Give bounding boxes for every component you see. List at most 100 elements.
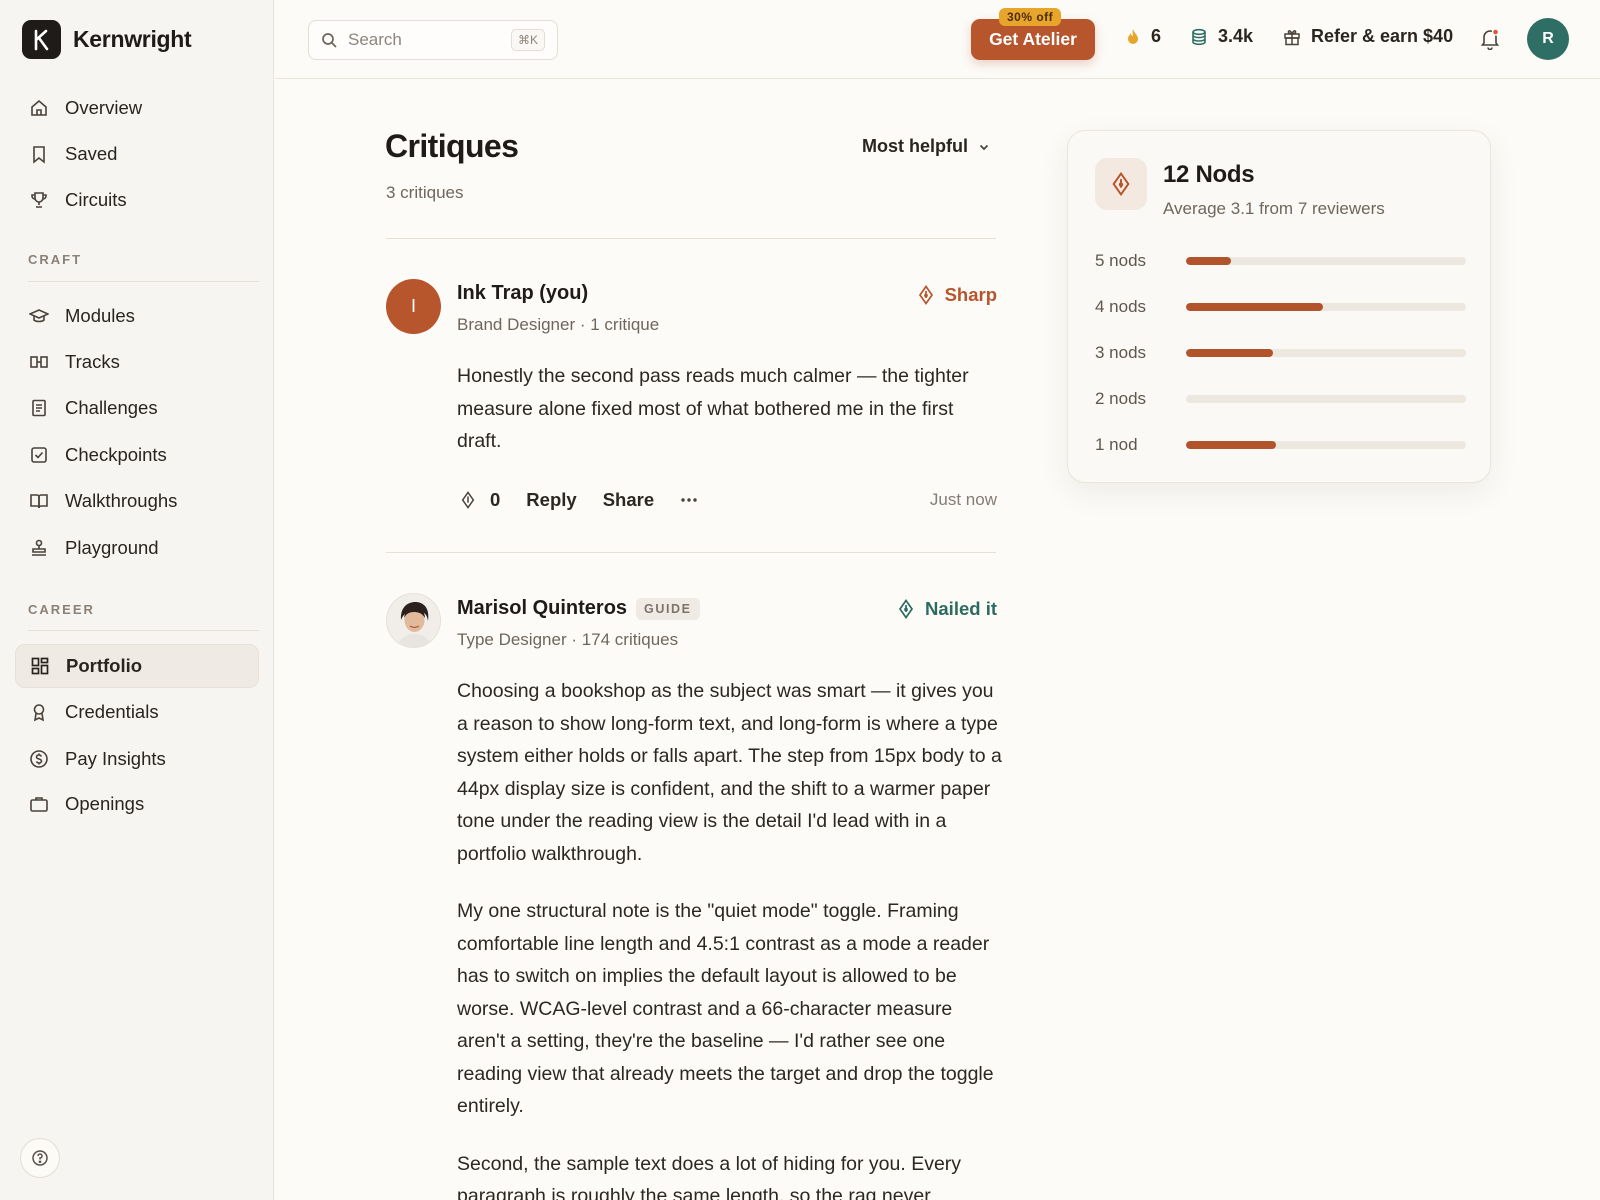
- nib-icon: [1095, 158, 1147, 210]
- divider: [386, 238, 996, 239]
- nib-icon: [917, 285, 935, 305]
- nods-distribution-row: 5 nods: [1095, 249, 1467, 273]
- reply-button[interactable]: Reply: [526, 489, 576, 511]
- sidebar-item-playground[interactable]: Playground: [15, 526, 259, 570]
- distribution-track: [1186, 349, 1466, 357]
- refer-label: Refer & earn $40: [1311, 26, 1454, 46]
- distribution-fill: [1186, 257, 1231, 265]
- critique-author-meta: Type Designer · 174 critiques: [457, 630, 679, 649]
- streak-value: 6: [1151, 26, 1162, 46]
- share-button[interactable]: Share: [603, 489, 654, 511]
- distribution-label: 2 nods: [1095, 389, 1147, 408]
- distribution-track: [1186, 303, 1466, 311]
- coins-counter[interactable]: 3.4k: [1190, 26, 1253, 47]
- bell-icon: [1480, 28, 1500, 50]
- nods-distribution-row: 1 nod: [1095, 433, 1467, 457]
- tag-label: Sharp: [944, 284, 997, 305]
- bookmark-icon: [29, 144, 49, 164]
- critique-body: Honestly the second pass reads much calm…: [457, 360, 1002, 458]
- critique-author-meta: Brand Designer · 1 critique: [457, 315, 660, 334]
- guide-badge: GUIDE: [636, 598, 700, 620]
- sidebar-item-openings[interactable]: Openings: [15, 782, 259, 826]
- book-open-icon: [29, 491, 49, 511]
- briefcase-icon: [29, 794, 49, 814]
- timestamp: Just now: [929, 490, 997, 509]
- critique-paragraph: Choosing a bookshop as the subject was s…: [457, 680, 1002, 865]
- critique-count: 3 critiques: [386, 183, 464, 202]
- critique-author[interactable]: Ink Trap (you): [457, 282, 588, 305]
- sidebar-item-modules[interactable]: Modules: [15, 294, 259, 338]
- nib-icon: [460, 491, 476, 509]
- search-input[interactable]: Search ⌘K: [308, 20, 558, 60]
- sidebar-item-tracks[interactable]: Tracks: [15, 340, 259, 384]
- more-options-button[interactable]: [680, 497, 698, 503]
- dollar-icon: [29, 749, 49, 769]
- sidebar-item-saved[interactable]: Saved: [15, 132, 259, 176]
- distribution-label: 3 nods: [1095, 343, 1147, 362]
- avatar[interactable]: [386, 593, 441, 648]
- sidebar-item-credentials[interactable]: Credentials: [15, 690, 259, 734]
- ellipsis-icon: [680, 497, 698, 503]
- sidebar-item-walkthroughs[interactable]: Walkthroughs: [15, 479, 259, 523]
- sidebar-item-label: Walkthroughs: [65, 490, 178, 511]
- tracks-icon: [29, 352, 49, 372]
- checkbox-icon: [29, 445, 49, 465]
- user-avatar[interactable]: R: [1527, 18, 1569, 60]
- nods-distribution-row: 4 nods: [1095, 295, 1467, 319]
- discount-badge: 30% off: [999, 8, 1062, 26]
- search-placeholder: Search: [348, 30, 402, 49]
- sidebar-item-overview[interactable]: Overview: [15, 86, 259, 130]
- sidebar-item-label: Circuits: [65, 189, 127, 210]
- sidebar: Kernwright Overview Saved Circuits CRAFT…: [0, 0, 274, 1200]
- sidebar-item-portfolio[interactable]: Portfolio: [15, 644, 259, 688]
- sidebar-item-label: Tracks: [65, 351, 120, 372]
- distribution-fill: [1186, 303, 1324, 311]
- critique-actions: 0 Reply Share Just now: [460, 486, 997, 514]
- section-divider: [28, 281, 259, 282]
- distribution-label: 5 nods: [1095, 251, 1147, 270]
- sidebar-item-pay-insights[interactable]: Pay Insights: [15, 737, 259, 781]
- help-button[interactable]: [20, 1138, 60, 1178]
- brand[interactable]: Kernwright: [22, 20, 192, 59]
- sidebar-item-label: Challenges: [65, 397, 158, 418]
- avatar[interactable]: I: [386, 279, 441, 334]
- sort-dropdown[interactable]: Most helpful: [862, 136, 990, 157]
- section-label-craft: CRAFT: [28, 252, 83, 267]
- sidebar-item-label: Overview: [65, 97, 143, 118]
- sidebar-item-label: Credentials: [65, 701, 159, 722]
- nod-count: 0: [490, 489, 501, 510]
- distribution-track: [1186, 441, 1466, 449]
- nod-button[interactable]: 0: [460, 489, 500, 511]
- nib-icon: [897, 599, 915, 619]
- sidebar-item-checkpoints[interactable]: Checkpoints: [15, 433, 259, 477]
- critique-body: Choosing a bookshop as the subject was s…: [457, 675, 1002, 1200]
- critique-paragraph: Second, the sample text does a lot of hi…: [457, 1152, 962, 1200]
- notifications-button[interactable]: [1480, 28, 1500, 50]
- coins-icon: [1190, 28, 1208, 46]
- distribution-label: 4 nods: [1095, 297, 1147, 316]
- nods-total: 12 Nods: [1163, 161, 1255, 188]
- sidebar-item-label: Modules: [65, 305, 135, 326]
- graduation-cap-icon: [29, 306, 49, 326]
- sidebar-item-challenges[interactable]: Challenges: [15, 386, 259, 430]
- divider: [386, 552, 996, 553]
- critique-author[interactable]: Marisol Quinteros: [457, 597, 627, 620]
- tag-label: Nailed it: [925, 598, 997, 619]
- critique-paragraph: My one structural note is the "quiet mod…: [457, 900, 994, 1117]
- sidebar-item-label: Playground: [65, 537, 159, 558]
- sidebar-item-label: Checkpoints: [65, 444, 167, 465]
- document-icon: [29, 398, 49, 418]
- help-icon: [31, 1149, 49, 1167]
- refer-link[interactable]: Refer & earn $40: [1283, 26, 1453, 47]
- distribution-fill: [1186, 441, 1276, 449]
- sidebar-item-circuits[interactable]: Circuits: [15, 178, 259, 222]
- sidebar-item-label: Portfolio: [66, 655, 143, 676]
- page-title: Critiques: [385, 128, 519, 164]
- streak-counter[interactable]: 6: [1125, 26, 1161, 47]
- distribution-label: 1 nod: [1095, 435, 1138, 454]
- distribution-track: [1186, 257, 1466, 265]
- chevron-down-icon: [978, 141, 990, 153]
- brand-logo: [22, 20, 61, 59]
- sidebar-item-label: Pay Insights: [65, 748, 166, 769]
- brand-name: Kernwright: [73, 26, 192, 52]
